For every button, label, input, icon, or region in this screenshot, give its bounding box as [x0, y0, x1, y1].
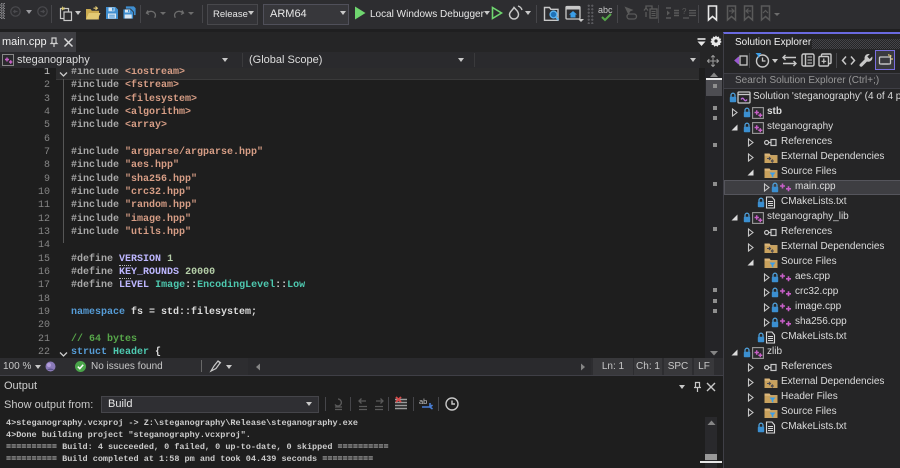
svg-text:?: ? — [682, 7, 687, 16]
svg-text:ab: ab — [419, 397, 427, 406]
svg-text:abc: abc — [598, 5, 613, 15]
